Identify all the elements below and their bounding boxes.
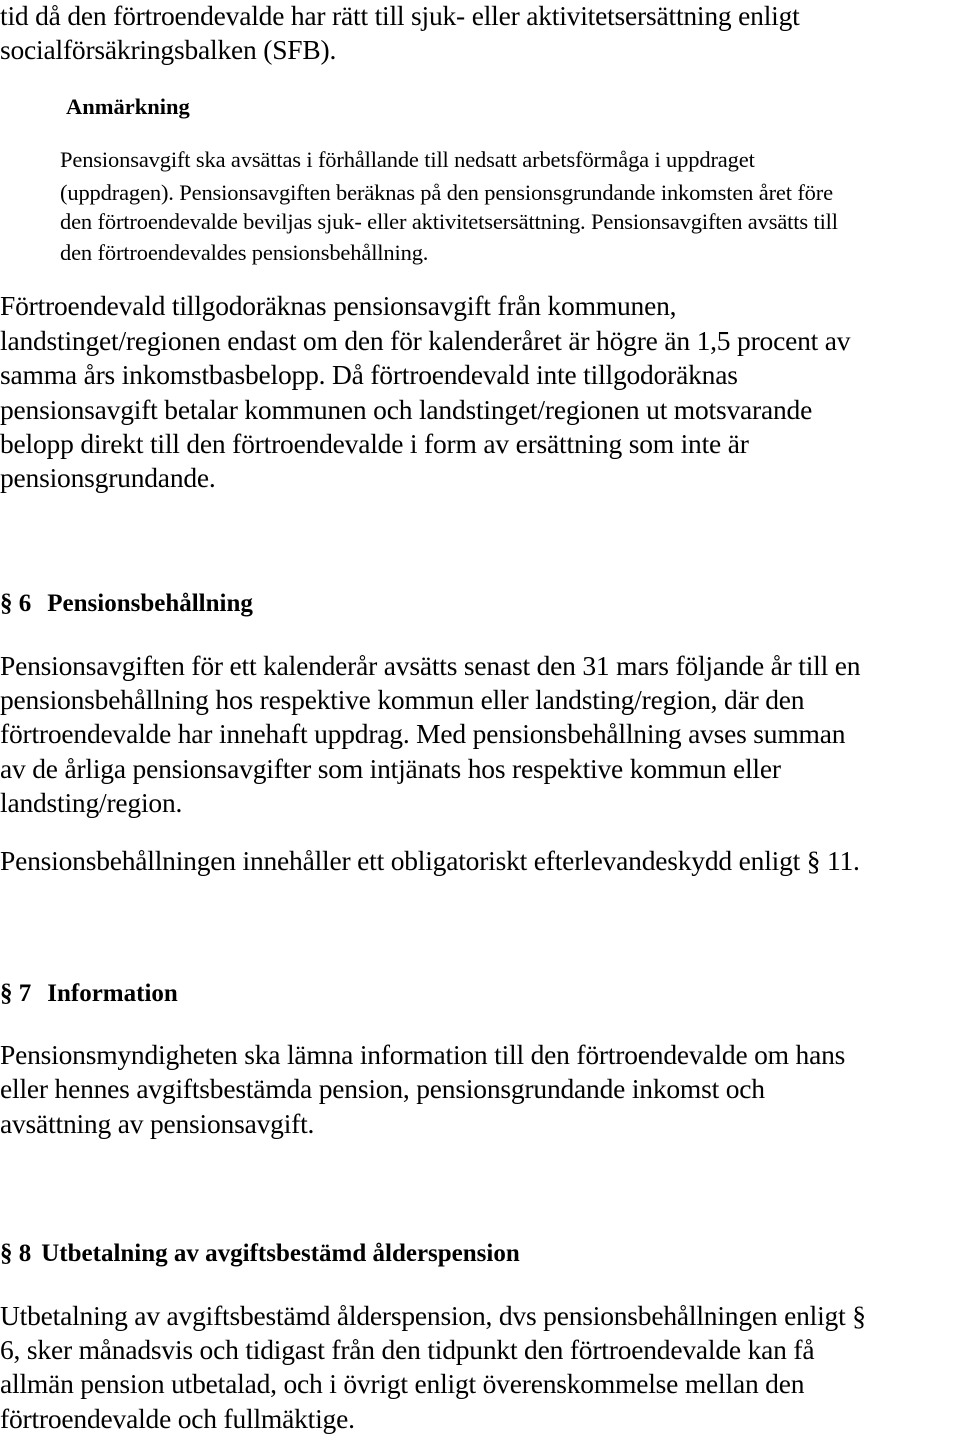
- text-line: samma års inkomstbasbelopp. Då förtroend…: [0, 359, 738, 390]
- text-line: 6, sker månadsvis och tidigast från den …: [0, 1334, 815, 1365]
- text-line: landsting/region.: [0, 787, 183, 818]
- text-line: den förtroendevalde beviljas sjuk- eller…: [60, 209, 838, 234]
- section-number: § 7: [0, 980, 32, 1007]
- text-line: förtroendevalde och fullmäktige.: [0, 1403, 355, 1434]
- text-line: socialförsäkringsbalken (SFB).: [0, 34, 337, 65]
- text-line: eller hennes avgiftsbestämda pension, pe…: [0, 1073, 765, 1104]
- text-line: avsättning av pensionsavgift.: [0, 1108, 315, 1139]
- text-line: Pensionsavgiften för ett kalenderår avsä…: [0, 650, 861, 681]
- text-line: pensionsbehållning hos respektive kommun…: [0, 684, 805, 715]
- section-number: § 6: [0, 590, 32, 617]
- text-line: pensionsavgift betalar kommunen och land…: [0, 394, 813, 425]
- text-line: förtroendevalde har innehaft uppdrag. Me…: [0, 718, 846, 749]
- text-line: belopp direkt till den förtroendevalde i…: [0, 428, 749, 459]
- section-heading: § 8 Utbetalning av avgiftsbestämd åldersp…: [0, 1240, 520, 1268]
- text-line: (uppdragen). Pensionsavgiften beräknas p…: [60, 180, 833, 205]
- text-line: landstinget/regionen endast om den för k…: [0, 325, 851, 356]
- text-line: av de årliga pensionsavgifter som intjän…: [0, 753, 781, 784]
- section-number: § 8: [0, 1240, 32, 1267]
- section-heading: § 7 Information: [0, 980, 178, 1008]
- text-line: Pensionsavgift ska avsättas i förhålland…: [60, 147, 755, 172]
- text-line: pensionsgrundande.: [0, 462, 216, 493]
- section-title: Utbetalning av avgiftsbestämd ålderspens…: [41, 1240, 520, 1267]
- text-line: Pensionsmyndigheten ska lämna informatio…: [0, 1039, 846, 1070]
- text-line: allmän pension utbetalad, och i övrigt e…: [0, 1368, 805, 1399]
- text-line: Pensionsbehållningen innehåller ett obli…: [0, 845, 860, 876]
- text-line: den förtroendevaldes pensionsbehållning.: [60, 240, 429, 265]
- section-heading: § 6 Pensionsbehållning: [0, 590, 253, 618]
- section-title: Information: [47, 980, 178, 1007]
- text-line: Utbetalning av avgiftsbestämd ålderspens…: [0, 1300, 866, 1331]
- text-line: Förtroendevald tillgodoräknas pensionsav…: [0, 290, 677, 321]
- section-title: Pensionsbehållning: [47, 590, 253, 617]
- remark-heading: Anmärkning: [66, 94, 190, 119]
- text-line: tid då den förtroendevalde har rätt till…: [0, 0, 800, 31]
